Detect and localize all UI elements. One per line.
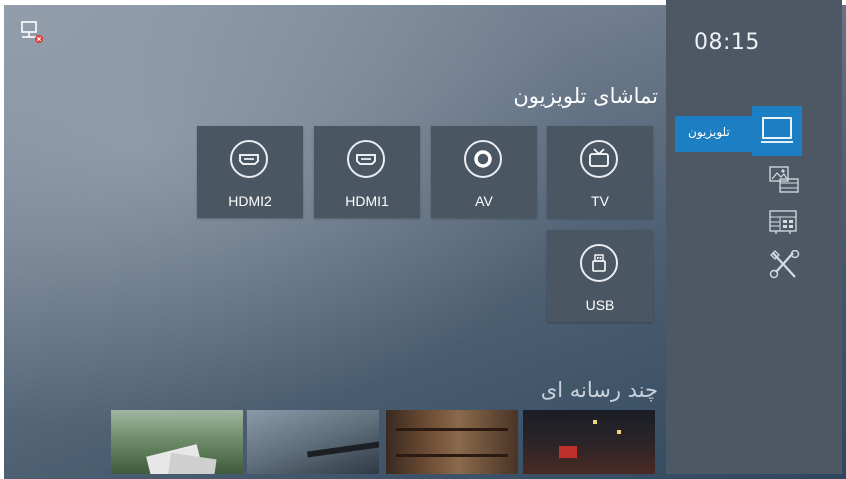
media-icon[interactable] <box>768 165 802 195</box>
sidebar-item-tv-icon-box[interactable] <box>752 106 802 156</box>
network-disconnected-icon <box>21 21 43 43</box>
source-tile-hdmi2[interactable]: HDMI2 <box>197 126 303 218</box>
sidebar <box>666 0 842 474</box>
tv-section-title: تماشای تلویزیون <box>513 84 658 108</box>
street-night-thumbnail[interactable] <box>523 410 655 474</box>
source-tile-av[interactable]: AV <box>431 126 537 218</box>
street-light <box>593 420 597 424</box>
desk-thumbnail[interactable] <box>247 410 379 474</box>
neon-sign <box>559 446 577 458</box>
source-label: HDMI2 <box>228 193 272 209</box>
sidebar-item-label: تلویزیون <box>688 125 730 139</box>
source-label: USB <box>585 297 615 313</box>
usb-icon <box>580 244 618 282</box>
tv-icon <box>580 140 618 178</box>
source-label: HDMI1 <box>345 193 389 209</box>
source-label: AV <box>475 193 493 209</box>
desk-object <box>306 440 379 458</box>
hdmi-icon <box>347 140 385 178</box>
shelf <box>396 428 508 431</box>
hdmi-icon <box>230 140 268 178</box>
settings-tools-icon[interactable] <box>768 250 802 280</box>
source-tile-hdmi1[interactable]: HDMI1 <box>314 126 420 218</box>
shelf <box>396 454 508 457</box>
tv-icon <box>761 117 793 143</box>
source-label: TV <box>591 193 609 209</box>
source-tile-tv[interactable]: TV <box>547 126 653 218</box>
photo-stack <box>167 452 217 474</box>
clock: 08:15 <box>694 30 760 55</box>
bookshelf-thumbnail[interactable] <box>386 410 518 474</box>
apps-icon[interactable] <box>768 208 802 238</box>
media-section-title: چند رسانه ای <box>540 378 658 402</box>
photos-thumbnail[interactable] <box>111 410 243 474</box>
street-light <box>617 430 621 434</box>
av-icon <box>464 140 502 178</box>
source-tile-usb[interactable]: USB <box>547 230 653 322</box>
